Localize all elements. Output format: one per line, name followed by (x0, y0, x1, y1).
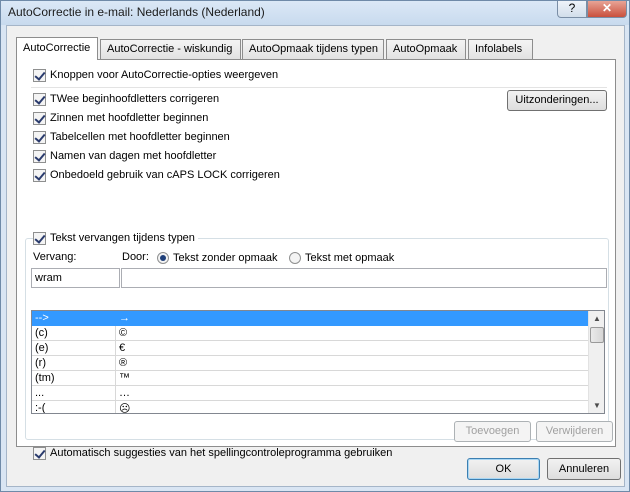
radio-plain-text[interactable]: Tekst zonder opmaak (157, 250, 278, 266)
list-item[interactable]: (r) ® (32, 356, 589, 371)
column-separator (115, 341, 116, 356)
replacement-list[interactable]: --> → (c) © (e) € (r) ® (tm) ™ ... …:-(… (31, 310, 605, 414)
spelling-suggestions-checkbox[interactable]: Automatisch suggesties van het spellingc… (33, 445, 392, 461)
checkbox-box[interactable] (33, 446, 46, 460)
dialog-client: AutoCorrectie AutoCorrectie - wiskundig … (6, 25, 625, 487)
replace-text-checkbox[interactable]: Tekst vervangen tijdens typen (33, 230, 198, 246)
vervang-label: Vervang: (33, 251, 77, 263)
checkbox-box[interactable] (33, 130, 46, 144)
help-button[interactable]: ? (557, 1, 587, 18)
entry-to: → (119, 312, 130, 324)
entry-from: (e) (35, 342, 49, 354)
radio-formatted-text[interactable]: Tekst met opmaak (289, 250, 394, 266)
checkbox-box[interactable] (33, 111, 46, 125)
entry-from: :-( (35, 402, 46, 414)
scroll-up-icon[interactable]: ▲ (589, 311, 604, 326)
entry-from: (tm) (35, 372, 55, 384)
exceptions-button[interactable]: Uitzonderingen... (507, 90, 607, 111)
checkbox-label: Knoppen voor AutoCorrectie-opties weerge… (50, 69, 279, 81)
entry-to: … (119, 387, 130, 399)
tab-autoopmaak-tijdens-typen[interactable]: AutoOpmaak tijdens typen (242, 39, 384, 59)
entry-to: © (119, 327, 128, 339)
entry-from: (c) (35, 327, 48, 339)
checkbox-label: Tekst vervangen tijdens typen (50, 232, 195, 244)
entry-from: --> (35, 312, 49, 324)
checkbox-label: Onbedoeld gebruik van cAPS LOCK corriger… (50, 169, 280, 181)
two-caps-checkbox[interactable]: TWee beginhoofdletters corrigeren (33, 91, 219, 107)
checkbox-label: TWee beginhoofdletters corrigeren (50, 93, 220, 105)
table-caps-checkbox[interactable]: Tabelcellen met hoofdletter beginnen (33, 129, 230, 145)
radio-label: Tekst met opmaak (305, 252, 395, 264)
list-item[interactable]: ... … (32, 386, 589, 401)
radio-label: Tekst zonder opmaak (173, 252, 278, 264)
tab-autocorrectie-wiskundig[interactable]: AutoCorrectie - wiskundig (100, 39, 241, 59)
entry-to: ® (119, 357, 128, 369)
checkbox-box[interactable] (33, 92, 46, 106)
list-item[interactable]: (c) © (32, 326, 589, 341)
divider (31, 87, 607, 88)
checkbox-label: Tabelcellen met hoofdletter beginnen (50, 131, 230, 143)
list-item[interactable]: :-( ☹ (32, 401, 589, 414)
door-input[interactable] (121, 268, 607, 288)
entry-to: ☹ (119, 403, 131, 414)
column-separator (115, 386, 116, 401)
column-separator (115, 356, 116, 371)
checkbox-box[interactable] (33, 231, 46, 245)
door-label: Door: (122, 251, 149, 263)
sentence-caps-checkbox[interactable]: Zinnen met hoofdletter beginnen (33, 110, 208, 126)
entry-to: ™ (119, 372, 130, 384)
caps-lock-checkbox[interactable]: Onbedoeld gebruik van cAPS LOCK corriger… (33, 167, 280, 183)
cancel-button[interactable]: Annuleren (547, 458, 621, 480)
autocorrect-dialog: AutoCorrectie in e-mail: Nederlands (Ned… (0, 0, 630, 492)
show-buttons-checkbox[interactable]: Knoppen voor AutoCorrectie-opties weerge… (33, 67, 278, 83)
entry-from: ... (35, 387, 45, 399)
close-button[interactable]: ✕ (587, 1, 627, 18)
vervang-input[interactable] (31, 268, 120, 288)
list-item[interactable]: (tm) ™ (32, 371, 589, 386)
scroll-down-icon[interactable]: ▼ (589, 398, 604, 413)
entry-to: € (119, 342, 126, 354)
checkbox-label: Zinnen met hoofdletter beginnen (50, 112, 209, 124)
ok-button[interactable]: OK (467, 458, 540, 480)
delete-button[interactable]: Verwijderen (536, 421, 613, 442)
checkbox-box[interactable] (33, 68, 46, 82)
checkbox-box[interactable] (33, 168, 46, 182)
list-item[interactable]: (e) € (32, 341, 589, 356)
column-separator (115, 326, 116, 341)
column-separator (115, 401, 116, 413)
radio-circle[interactable] (289, 252, 301, 264)
day-names-checkbox[interactable]: Namen van dagen met hoofdletter (33, 148, 216, 164)
tab-autoopmaak[interactable]: AutoOpmaak (386, 39, 466, 59)
add-button[interactable]: Toevoegen (454, 421, 531, 442)
checkbox-box[interactable] (33, 149, 46, 163)
checkbox-label: Namen van dagen met hoofdletter (50, 150, 217, 162)
window-title: AutoCorrectie in e-mail: Nederlands (Ned… (8, 5, 265, 19)
tab-autocorrectie[interactable]: AutoCorrectie (16, 37, 98, 60)
radio-circle[interactable] (157, 252, 169, 264)
scroll-thumb[interactable] (590, 327, 604, 343)
tab-infolabels[interactable]: Infolabels (468, 39, 533, 59)
list-item[interactable]: --> → (32, 311, 589, 326)
column-separator (115, 311, 116, 326)
autocorrectie-panel: Knoppen voor AutoCorrectie-opties weerge… (16, 59, 616, 460)
column-separator (115, 371, 116, 386)
title-bar[interactable]: AutoCorrectie in e-mail: Nederlands (Ned… (1, 1, 629, 25)
list-scrollbar[interactable]: ▲ ▼ (588, 311, 604, 413)
checkbox-label: Automatisch suggesties van het spellingc… (50, 447, 393, 459)
entry-from: (r) (35, 357, 46, 369)
